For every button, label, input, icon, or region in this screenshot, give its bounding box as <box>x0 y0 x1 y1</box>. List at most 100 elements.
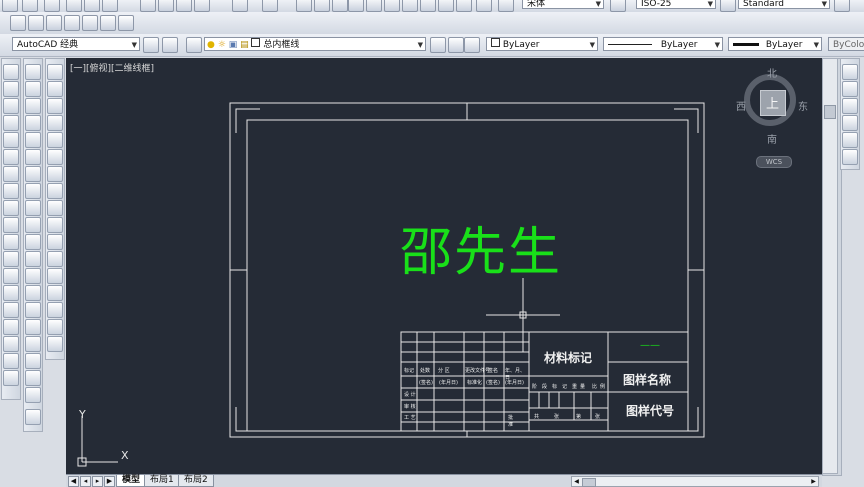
mirror-icon[interactable] <box>47 98 63 114</box>
point-icon[interactable] <box>3 285 19 301</box>
viewcube-south[interactable]: 南 <box>767 131 777 146</box>
dim-style-icon[interactable] <box>25 409 41 425</box>
tab-layout1[interactable]: 布局1 <box>144 475 180 487</box>
dim-radius-icon[interactable] <box>25 132 41 148</box>
region-icon[interactable] <box>3 336 19 352</box>
last-tab-icon[interactable]: ▶ <box>104 476 115 487</box>
preview-icon[interactable] <box>84 0 100 12</box>
layer-combo[interactable]: ● ☼ ▣ ▤ 总内框线 ▼ <box>204 37 426 51</box>
prev-tab-icon[interactable]: ◂ <box>80 476 91 487</box>
make-block-icon[interactable] <box>3 268 19 284</box>
copy-icon[interactable] <box>158 0 174 12</box>
open-icon[interactable] <box>22 0 38 12</box>
viewcube-west[interactable]: 西 <box>736 98 746 113</box>
construction-line-icon[interactable] <box>3 81 19 97</box>
drawing-big-text[interactable]: 邵先生 <box>400 210 562 285</box>
viewport-polygon-icon[interactable] <box>842 98 858 114</box>
viewcube-east[interactable]: 东 <box>798 98 808 113</box>
trim-icon[interactable] <box>47 217 63 233</box>
erase-icon[interactable] <box>47 64 63 80</box>
chamfer-icon[interactable] <box>47 302 63 318</box>
vertical-scrollbar[interactable] <box>822 58 838 474</box>
zoom-previous-icon[interactable] <box>348 0 364 12</box>
join-icon[interactable] <box>47 285 63 301</box>
rotate-icon[interactable] <box>47 166 63 182</box>
publish-icon[interactable] <box>102 0 118 12</box>
insert-block-icon[interactable] <box>3 251 19 267</box>
dim-ordinate-icon[interactable] <box>25 115 41 131</box>
dim-jogged-icon[interactable] <box>25 149 41 165</box>
tab-model[interactable]: 模型 <box>116 475 147 487</box>
quickcalc-icon[interactable] <box>456 0 472 12</box>
ellipse-icon[interactable] <box>3 217 19 233</box>
layer-manager-icon[interactable] <box>186 37 202 53</box>
copy-object-icon[interactable] <box>47 81 63 97</box>
dim-arc-icon[interactable] <box>25 98 41 114</box>
circle-icon[interactable] <box>3 166 19 182</box>
layer-freeze-icon[interactable] <box>82 15 98 31</box>
move-icon[interactable] <box>47 149 63 165</box>
make-current-icon[interactable] <box>430 37 446 53</box>
next-tab-icon[interactable]: ▸ <box>92 476 103 487</box>
redo-icon[interactable] <box>262 0 278 12</box>
drawing-area[interactable]: [一][俯视][二维线框] 邵先生 材料标记 —— 图样名称 图样代号 标记 处… <box>66 58 822 474</box>
scroll-thumb[interactable] <box>824 105 836 119</box>
tolerance-icon[interactable] <box>25 285 41 301</box>
layer-isolate-icon[interactable] <box>46 15 62 31</box>
workspace-combo[interactable]: AutoCAD 经典 ▼ <box>12 37 140 51</box>
paste-icon[interactable] <box>176 0 192 12</box>
dim-break-icon[interactable] <box>25 268 41 284</box>
arc-icon[interactable] <box>3 149 19 165</box>
scale-icon[interactable] <box>47 183 63 199</box>
cut-icon[interactable] <box>140 0 156 12</box>
center-mark-icon[interactable] <box>25 302 41 318</box>
layer-previous-icon[interactable] <box>28 15 44 31</box>
array-icon[interactable] <box>47 132 63 148</box>
new-icon[interactable] <box>2 0 18 12</box>
mtext-icon[interactable] <box>3 370 19 386</box>
dim-space-icon[interactable] <box>25 251 41 267</box>
linetype-combo[interactable]: ByLayer ▼ <box>603 37 723 51</box>
hatch-icon[interactable] <box>3 302 19 318</box>
tool-palettes-icon[interactable] <box>402 0 418 12</box>
lineweight-combo[interactable]: ByLayer ▼ <box>728 37 822 51</box>
workspace-settings-icon[interactable] <box>143 37 159 53</box>
viewcube[interactable]: 上 北 南 西 东 <box>736 69 808 146</box>
tab-layout2[interactable]: 布局2 <box>178 475 214 487</box>
rectangle-icon[interactable] <box>3 132 19 148</box>
hscroll-left-arrow[interactable]: ◀ <box>572 477 581 486</box>
plot-icon[interactable] <box>66 0 82 12</box>
horizontal-scrollbar[interactable]: ◀ ▶ <box>571 476 819 487</box>
hscroll-right-arrow[interactable]: ▶ <box>809 477 818 486</box>
dim-angular-icon[interactable] <box>25 183 41 199</box>
match-properties-icon[interactable] <box>194 0 210 12</box>
zoom-window-icon[interactable] <box>332 0 348 12</box>
save-icon[interactable] <box>44 0 60 12</box>
first-tab-icon[interactable]: ◀ <box>68 476 79 487</box>
layer-lock-icon[interactable] <box>118 15 134 31</box>
help-icon[interactable] <box>476 0 492 12</box>
multileader-style-icon[interactable] <box>834 0 850 12</box>
plotstyle-combo[interactable]: ByColo <box>828 37 864 51</box>
dim-text-edit-icon[interactable] <box>25 370 41 386</box>
jogged-linear-icon[interactable] <box>25 336 41 352</box>
pan-icon[interactable] <box>296 0 312 12</box>
zoom-realtime-icon[interactable] <box>314 0 330 12</box>
viewport-scale-icon[interactable] <box>842 149 858 165</box>
tablestyle-icon[interactable] <box>720 0 736 12</box>
workspace-save-icon[interactable] <box>162 37 178 53</box>
explode-icon[interactable] <box>47 336 63 352</box>
properties-icon[interactable] <box>366 0 382 12</box>
dimstyle-icon[interactable] <box>610 0 626 12</box>
break-icon[interactable] <box>47 268 63 284</box>
named-views-icon[interactable] <box>842 64 858 80</box>
inspection-icon[interactable] <box>25 319 41 335</box>
font-combo[interactable]: 宋体 ▼ <box>522 0 604 9</box>
layer-states-icon[interactable] <box>10 15 26 31</box>
break-at-point-icon[interactable] <box>47 251 63 267</box>
spline-icon[interactable] <box>3 200 19 216</box>
layer-off-icon[interactable] <box>100 15 116 31</box>
layer-walk-icon[interactable] <box>64 15 80 31</box>
text-style-icon[interactable] <box>498 0 514 12</box>
layer-match-icon[interactable] <box>464 37 480 53</box>
